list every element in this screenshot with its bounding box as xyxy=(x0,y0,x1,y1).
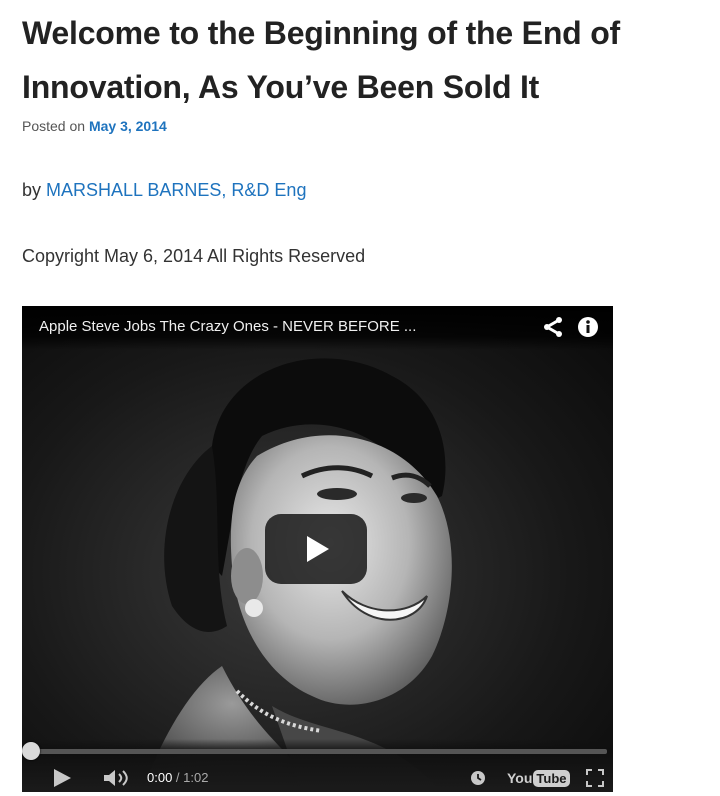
author-link[interactable]: MARSHALL BARNES, R&D Eng xyxy=(46,180,306,200)
video-title[interactable]: Apple Steve Jobs The Crazy Ones - NEVER … xyxy=(39,318,416,335)
play-icon[interactable] xyxy=(52,768,72,788)
progress-bar[interactable] xyxy=(30,749,607,754)
play-icon xyxy=(307,536,329,562)
youtube-logo[interactable]: You Tube xyxy=(507,767,570,789)
video-top-bar: Apple Steve Jobs The Crazy Ones - NEVER … xyxy=(22,306,613,350)
article: Welcome to the Beginning of the End of I… xyxy=(22,0,712,266)
byline: by MARSHALL BARNES, R&D Eng xyxy=(22,180,306,201)
duration: 1:02 xyxy=(183,770,209,785)
volume-icon[interactable] xyxy=(102,768,132,788)
post-meta: Posted on May 3, 2014 xyxy=(22,118,167,134)
watch-later-icon[interactable] xyxy=(470,770,486,786)
current-time: 0:00 xyxy=(147,770,173,785)
video-player[interactable]: Apple Steve Jobs The Crazy Ones - NEVER … xyxy=(22,306,613,792)
video-controls: 0:00 / 1:02 You Tube xyxy=(22,739,613,792)
youtube-logo-you: You xyxy=(507,770,533,786)
time-separator: / xyxy=(172,770,184,785)
post-date-link[interactable]: May 3, 2014 xyxy=(89,118,167,134)
by-label: by xyxy=(22,180,42,200)
youtube-logo-tube: Tube xyxy=(533,769,570,787)
post-title: Welcome to the Beginning of the End of I… xyxy=(22,15,621,105)
progress-scrubber[interactable] xyxy=(22,742,40,760)
copyright-notice: Copyright May 6, 2014 All Rights Reserve… xyxy=(22,246,366,266)
info-icon[interactable] xyxy=(577,316,599,338)
share-icon[interactable] xyxy=(542,316,564,338)
play-button[interactable] xyxy=(265,514,367,584)
time-display: 0:00 / 1:02 xyxy=(147,770,208,785)
fullscreen-icon[interactable] xyxy=(586,769,604,787)
posted-on-label: Posted on xyxy=(22,118,86,134)
